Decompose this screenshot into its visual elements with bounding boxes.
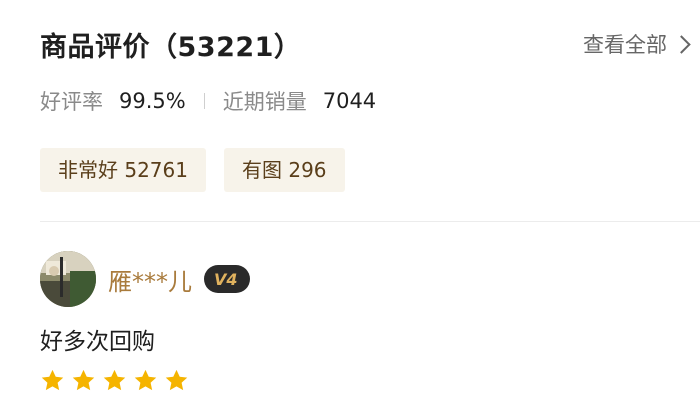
good-rate-value: 99.5% [119, 89, 186, 113]
star-icon [103, 369, 126, 391]
star-icon [134, 369, 157, 391]
stats-divider [203, 93, 205, 109]
star-icon [72, 369, 95, 391]
reviews-header: 商品评价（53221） 查看全部 [40, 22, 691, 66]
review-stats: 好评率 99.5% 近期销量 7044 [40, 84, 376, 118]
recent-sales-value: 7044 [322, 89, 377, 113]
rating-stars [40, 368, 680, 393]
recent-sales-label: 近期销量 [222, 90, 307, 114]
star-icon [41, 369, 64, 391]
vip-badge-text: V4 [214, 270, 238, 289]
star-icon [165, 369, 188, 391]
avatar [40, 251, 96, 307]
section-divider [40, 221, 700, 222]
review-item: 雁***儿 V4 好多次回购 [40, 250, 680, 393]
tag-with-images[interactable]: 有图 296 [223, 148, 345, 192]
chevron-right-icon [672, 34, 691, 54]
tag-very-good[interactable]: 非常好 52761 [40, 148, 206, 192]
reviews-title: 商品评价（53221） [40, 31, 302, 63]
username: 雁***儿 [108, 267, 192, 296]
review-text: 好多次回购 [40, 329, 155, 355]
view-all-link[interactable]: 查看全部 [583, 29, 691, 59]
review-user: 雁***儿 V4 [40, 250, 680, 308]
good-rate-label: 好评率 [40, 90, 103, 114]
vip-badge: V4 [204, 265, 250, 293]
review-tags: 非常好 52761 有图 296 [40, 148, 345, 192]
view-all-label: 查看全部 [583, 33, 667, 57]
